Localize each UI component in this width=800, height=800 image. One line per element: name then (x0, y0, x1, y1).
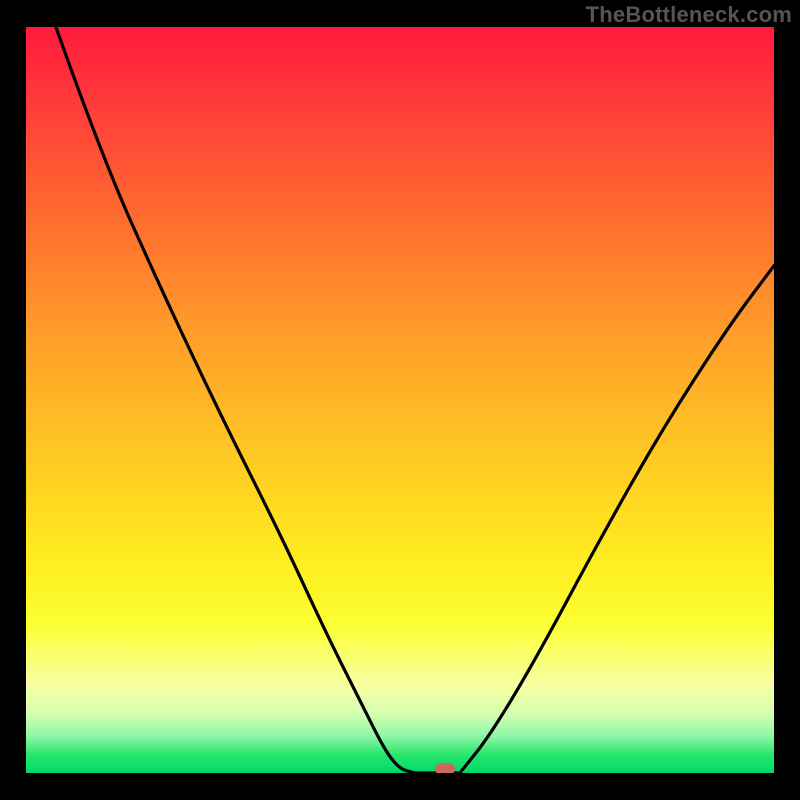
curve-path (56, 27, 774, 773)
bottleneck-curve (26, 27, 774, 773)
plot-area (26, 27, 774, 773)
watermark-text: TheBottleneck.com (586, 2, 792, 28)
chart-frame: TheBottleneck.com (0, 0, 800, 800)
optimal-marker (435, 763, 455, 773)
